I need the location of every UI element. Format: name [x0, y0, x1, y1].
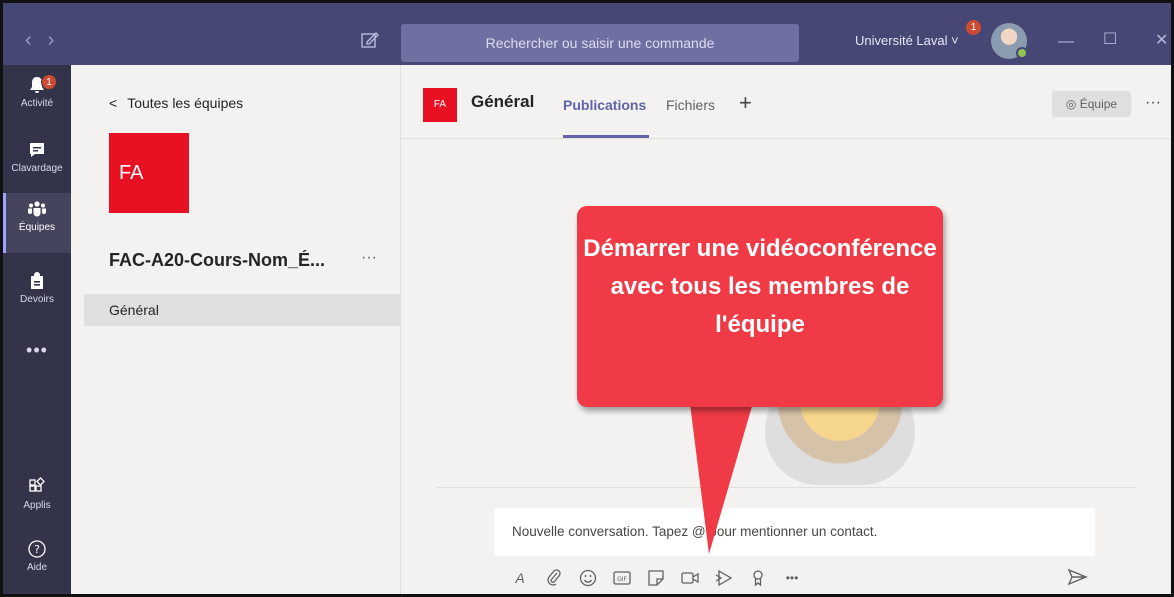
channel-avatar: FA — [423, 88, 457, 122]
tab-publications[interactable]: Publications — [563, 97, 646, 113]
more-apps-button[interactable]: ••• — [3, 340, 71, 361]
gif-icon[interactable]: GIF — [611, 567, 633, 589]
rail-item-teams[interactable]: Équipes — [3, 193, 71, 253]
rail-label: Devoirs — [20, 294, 54, 305]
maximize-button[interactable]: ☐ — [1103, 29, 1117, 49]
channel-more-button[interactable]: ··· — [1145, 94, 1161, 112]
backpack-icon — [31, 272, 43, 289]
channel-header: FA Général Publications Fichiers + ◎ Équ… — [401, 65, 1171, 139]
divider — [437, 487, 1137, 488]
rail-label: Activité — [20, 98, 54, 109]
close-button[interactable]: ✕ — [1155, 30, 1168, 50]
channel-item-general[interactable]: Général — [84, 294, 401, 326]
all-teams-link[interactable]: < Toutes les équipes — [109, 95, 243, 111]
rail-item-activity[interactable]: Activité 1 — [3, 69, 71, 129]
attach-icon[interactable] — [543, 567, 565, 589]
new-conversation-input[interactable]: Nouvelle conversation. Tapez @ pour ment… — [494, 508, 1095, 556]
channel-title: Général — [471, 92, 535, 111]
team-name[interactable]: FAC-A20-Cours-Nom_É... — [109, 250, 359, 271]
org-switcher[interactable]: Université Laval ˅ — [855, 33, 959, 48]
rail-label: Équipes — [18, 222, 56, 233]
rail-item-help[interactable]: ? Aide — [3, 533, 71, 593]
callout-pointer — [689, 396, 755, 554]
svg-text:?: ? — [34, 543, 40, 556]
rail-label: Clavardage — [11, 163, 63, 174]
app-rail: Activité 1 Clavardage Équipes Devoirs ••… — [3, 65, 71, 594]
org-name[interactable]: Université Laval — [855, 33, 948, 48]
presence-status — [1016, 47, 1028, 59]
svg-text:GIF: GIF — [617, 576, 627, 583]
help-icon: ? — [28, 540, 46, 558]
teams-window: ‹› Rechercher ou saisir une commande Uni… — [0, 0, 1174, 597]
add-tab-button[interactable]: + — [739, 90, 752, 116]
callout-text: Démarrer une vidéoconférence avec tous l… — [583, 235, 937, 338]
teams-icon — [28, 201, 46, 217]
history-nav[interactable]: ‹› — [25, 29, 70, 52]
praise-icon[interactable] — [747, 567, 769, 589]
team-button[interactable]: ◎ Équipe — [1052, 91, 1131, 117]
all-teams-label: Toutes les équipes — [127, 95, 244, 111]
rail-item-chat[interactable]: Clavardage — [3, 134, 71, 194]
send-icon[interactable] — [1065, 565, 1089, 589]
meet-now-icon[interactable] — [679, 567, 701, 589]
channel-label: Général — [109, 302, 159, 318]
activity-badge: 1 — [41, 74, 57, 90]
team-panel: < Toutes les équipes FA FAC-A20-Cours-Nom… — [71, 65, 401, 594]
chevron-left-icon: < — [109, 95, 118, 111]
minimize-button[interactable]: — — [1058, 33, 1074, 51]
search-input[interactable]: Rechercher ou saisir une commande — [401, 24, 799, 62]
chat-icon — [30, 143, 44, 157]
team-more-button[interactable]: ··· — [361, 249, 377, 267]
sticker-icon[interactable] — [645, 567, 667, 589]
apps-icon — [29, 477, 45, 492]
rail-item-apps[interactable]: Applis — [3, 471, 71, 531]
rail-label: Aide — [26, 562, 47, 573]
active-tab-indicator — [563, 135, 649, 138]
annotation-callout: Démarrer une vidéoconférence avec tous l… — [577, 206, 943, 554]
emoji-icon[interactable] — [577, 567, 599, 589]
more-icon[interactable]: ••• — [781, 567, 803, 589]
format-icon[interactable]: A — [509, 567, 531, 589]
compose-icon[interactable] — [360, 30, 380, 50]
tab-files[interactable]: Fichiers — [666, 97, 715, 113]
title-bar: ‹› Rechercher ou saisir une commande Uni… — [3, 3, 1171, 65]
rail-label: Applis — [23, 500, 51, 511]
org-notification-badge: 1 — [966, 20, 981, 35]
team-avatar-tile: FA — [109, 133, 189, 213]
stream-icon[interactable] — [713, 567, 735, 589]
rail-item-assignments[interactable]: Devoirs — [3, 265, 71, 325]
